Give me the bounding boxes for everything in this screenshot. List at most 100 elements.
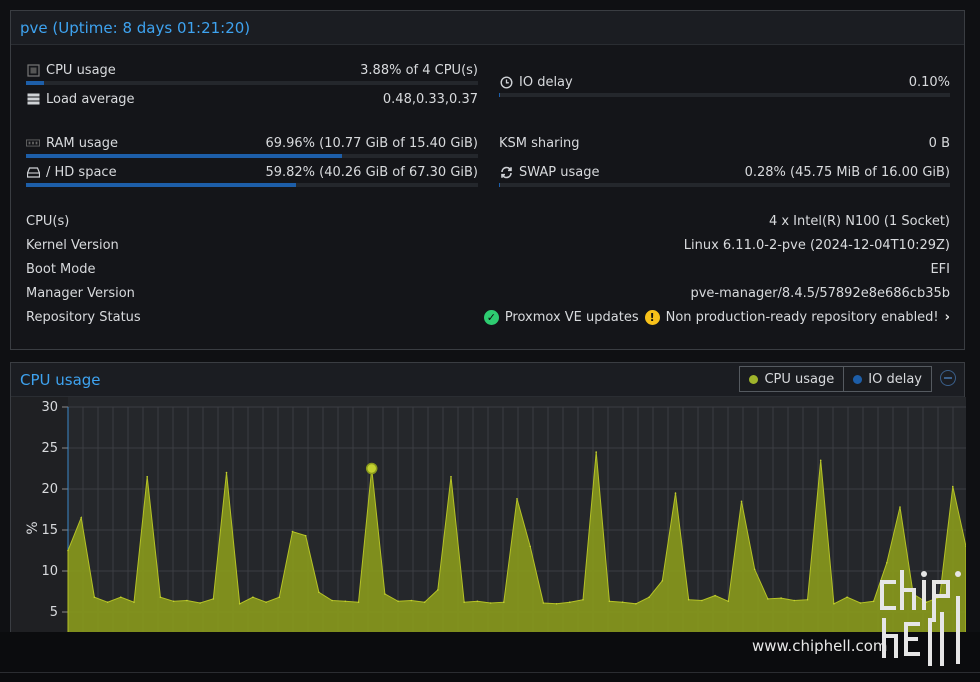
- cpu-usage-point: [450, 475, 452, 478]
- check-circle-icon: ✓: [483, 309, 499, 325]
- y-tick-label: 25: [41, 441, 58, 456]
- cpu-usage-point: [423, 601, 426, 603]
- cpus-label: CPU(s): [26, 213, 70, 229]
- cpu-usage-point: [318, 591, 320, 594]
- hd-space-value: 59.82% (40.26 GiB of 67.30 GiB): [265, 164, 478, 180]
- legend-label-cpu: CPU usage: [764, 371, 835, 387]
- cpu-usage-point: [740, 500, 743, 503]
- cpu-usage-point: [80, 516, 82, 519]
- y-axis-label: %: [25, 521, 41, 534]
- cpu-chart-svg: 30 25 20 15 10 5%: [25, 397, 966, 633]
- cpu-usage-point: [727, 600, 730, 603]
- cpu-usage-point: [780, 597, 782, 599]
- info-row-boot: Boot Mode EFI: [26, 260, 950, 278]
- hd-space-row: / HD space 59.82% (40.26 GiB of 67.30 Gi…: [26, 163, 478, 181]
- cpu-usage-point: [648, 596, 650, 598]
- cpu-usage-point: [133, 601, 135, 603]
- cpu-usage-point: [186, 599, 188, 602]
- hard-drive-icon: [26, 165, 40, 179]
- cpu-usage-highlight-point: [365, 462, 378, 475]
- cpu-usage-point: [793, 599, 796, 602]
- cpu-usage-point: [225, 471, 228, 474]
- chevron-right-icon[interactable]: ›: [945, 310, 950, 325]
- cpu-usage-point: [172, 600, 175, 603]
- manager-version-value: pve-manager/8.4.5/57892e8e686cb35b: [690, 285, 950, 301]
- status-panel-header: pve (Uptime: 8 days 01:21:20): [11, 11, 964, 45]
- cpu-usage-panel: CPU usage CPU usage IO delay 30 25 20 15 10 5…: [10, 362, 966, 662]
- cpu-usage-point: [529, 545, 531, 548]
- cpu-usage-point: [304, 534, 307, 537]
- cpu-usage-point: [555, 603, 558, 605]
- ram-usage-bar-fill: [26, 154, 343, 158]
- cpu-usage-point: [199, 602, 201, 604]
- cpu-usage-point: [146, 475, 148, 478]
- cpu-usage-point: [701, 599, 703, 602]
- cpu-usage-point: [595, 451, 597, 453]
- cpu-usage-point: [714, 594, 716, 597]
- cpu-usage-point: [859, 602, 862, 604]
- info-row-repository: Repository Status ✓ Proxmox VE updates !…: [26, 308, 950, 326]
- cpu-usage-point: [489, 602, 492, 604]
- cpu-usage-point: [846, 596, 848, 598]
- cpu-usage-point: [120, 596, 122, 598]
- repository-status-value[interactable]: ✓ Proxmox VE updates ! Non production-re…: [483, 309, 950, 325]
- cpu-usage-point: [357, 601, 360, 603]
- boot-mode-value: EFI: [930, 261, 950, 277]
- ram-usage-label: RAM usage: [46, 135, 118, 151]
- load-average-row: Load average 0.48,0.33,0.37: [26, 90, 478, 108]
- cpu-usage-point: [516, 498, 518, 500]
- cpu-panel-title: CPU usage: [20, 370, 101, 389]
- cpu-usage-point: [397, 600, 399, 603]
- cpu-usage-point: [463, 601, 466, 603]
- legend-dot-io: [853, 374, 863, 384]
- cpu-usage-point: [93, 596, 96, 598]
- cpu-chip-icon: [26, 63, 40, 77]
- cpu-usage-point: [278, 596, 281, 598]
- swap-usage-bar: [499, 183, 950, 187]
- cpu-usage-point: [437, 589, 439, 591]
- cpu-usage-point: [674, 492, 677, 494]
- cpu-usage-value: 3.88% of 4 CPU(s): [360, 62, 478, 78]
- cpu-usage-point: [833, 603, 835, 605]
- legend-item-io-delay[interactable]: IO delay: [843, 367, 931, 391]
- collapse-panel-button[interactable]: [940, 370, 956, 386]
- info-row-manager: Manager Version pve-manager/8.4.5/57892e…: [26, 284, 950, 302]
- cpu-usage-point: [410, 599, 413, 602]
- node-title: pve (Uptime: 8 days 01:21:20): [20, 18, 251, 37]
- cpu-usage-point: [687, 598, 690, 601]
- cpu-usage-label: CPU usage: [46, 62, 116, 78]
- info-row-cpus: CPU(s) 4 x Intel(R) N100 (1 Socket): [26, 212, 950, 230]
- clock-icon: [499, 75, 513, 89]
- footer-divider: [0, 672, 980, 673]
- cpu-usage-point: [503, 601, 505, 603]
- cpu-usage-point: [476, 600, 479, 603]
- chart-legend: CPU usage IO delay: [739, 366, 932, 392]
- y-tick-label: 15: [41, 523, 58, 538]
- swap-usage-bar-fill: [499, 183, 501, 187]
- kernel-label: Kernel Version: [26, 237, 119, 253]
- refresh-icon: [499, 165, 513, 179]
- legend-item-cpu-usage[interactable]: CPU usage: [740, 367, 843, 391]
- kernel-value: Linux 6.11.0-2-pve (2024-12-04T10:29Z): [683, 237, 950, 253]
- ksm-sharing-label: KSM sharing: [499, 135, 580, 151]
- cpu-usage-point: [291, 530, 294, 533]
- cpu-usage-bar: [26, 81, 478, 85]
- cpu-usage-point: [569, 601, 571, 603]
- cpu-usage-point: [265, 601, 267, 603]
- ram-usage-bar: [26, 154, 478, 158]
- cpu-usage-bar-fill: [26, 81, 44, 85]
- load-average-value: 0.48,0.33,0.37: [382, 91, 478, 107]
- hd-space-bar: [26, 183, 478, 187]
- cpu-usage-point: [384, 593, 386, 595]
- cpu-usage-row: CPU usage 3.88% of 4 CPU(s): [26, 61, 478, 79]
- cpu-usage-point: [159, 596, 162, 598]
- swap-usage-row: SWAP usage 0.28% (45.75 MiB of 16.00 GiB…: [499, 163, 950, 181]
- ram-usage-row: RAM usage 69.96% (10.77 GiB of 15.40 GiB…: [26, 134, 478, 152]
- ram-usage-value: 69.96% (10.77 GiB of 15.40 GiB): [265, 135, 478, 151]
- cpus-value: 4 x Intel(R) N100 (1 Socket): [768, 213, 950, 229]
- y-tick-label: 30: [41, 400, 58, 415]
- cpu-usage-point: [635, 603, 637, 605]
- swap-usage-value: 0.28% (45.75 MiB of 16.00 GiB): [744, 164, 950, 180]
- repo-warn-text: Non production-ready repository enabled!: [665, 309, 939, 325]
- cpu-usage-point: [767, 598, 769, 600]
